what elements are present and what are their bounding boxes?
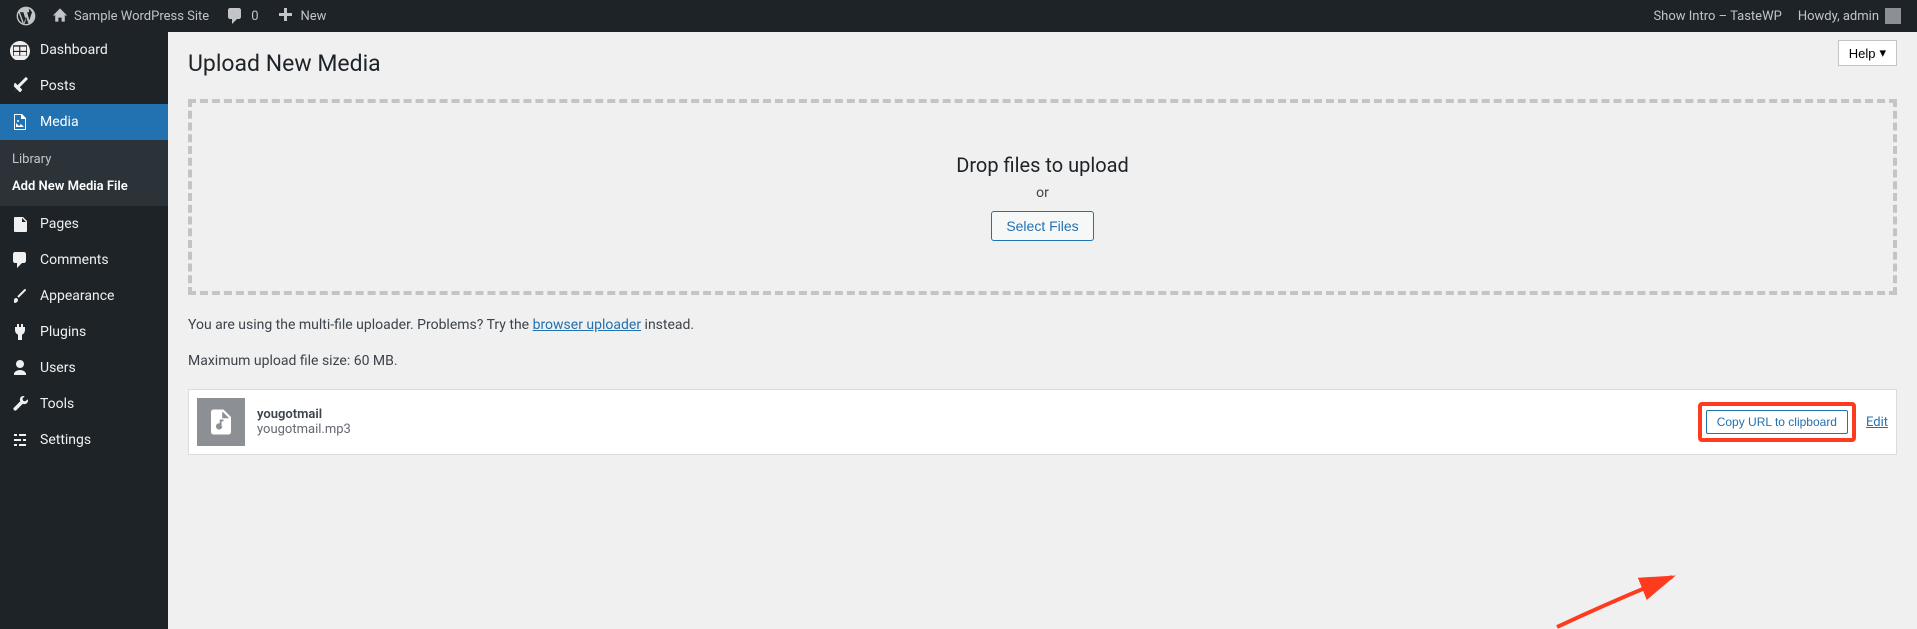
media-info: yougotmail yougotmail.mp3 xyxy=(257,407,1686,437)
media-title: yougotmail xyxy=(257,407,1686,422)
submenu-library[interactable]: Library xyxy=(0,146,168,173)
new-label: New xyxy=(301,9,327,24)
plus-icon xyxy=(275,6,295,26)
chevron-down-icon: ▾ xyxy=(1879,45,1886,61)
sidebar-item-users[interactable]: Users xyxy=(0,350,168,386)
sliders-icon xyxy=(10,430,30,450)
dashboard-icon xyxy=(10,40,30,60)
uploader-note: You are using the multi-file uploader. P… xyxy=(188,317,1897,333)
comments-icon xyxy=(10,250,30,270)
plug-icon xyxy=(10,322,30,342)
select-files-button[interactable]: Select Files xyxy=(991,211,1093,241)
sidebar-item-appearance[interactable]: Appearance xyxy=(0,278,168,314)
comment-icon xyxy=(225,6,245,26)
wrench-icon xyxy=(10,394,30,414)
edit-link[interactable]: Edit xyxy=(1866,415,1888,430)
page-title: Upload New Media xyxy=(188,32,1897,87)
site-link[interactable]: Sample WordPress Site xyxy=(44,0,217,32)
comments-link[interactable]: 0 xyxy=(217,0,266,32)
sidebar-item-dashboard[interactable]: Dashboard xyxy=(0,32,168,68)
sidebar-item-pages[interactable]: Pages xyxy=(0,206,168,242)
sidebar-item-media[interactable]: Media xyxy=(0,104,168,140)
media-submenu: Library Add New Media File xyxy=(0,140,168,206)
howdy-link[interactable]: Howdy, admin xyxy=(1790,0,1909,32)
new-link[interactable]: New xyxy=(267,0,335,32)
admin-sidebar: Dashboard Posts Media Library Add New Me… xyxy=(0,32,168,629)
sidebar-item-posts[interactable]: Posts xyxy=(0,68,168,104)
browser-uploader-link[interactable]: browser uploader xyxy=(533,317,642,333)
sidebar-item-settings[interactable]: Settings xyxy=(0,422,168,458)
audio-file-icon xyxy=(197,398,245,446)
pages-icon xyxy=(10,214,30,234)
media-item: yougotmail yougotmail.mp3 Copy URL to cl… xyxy=(188,389,1897,455)
media-filename: yougotmail.mp3 xyxy=(257,422,1686,437)
brush-icon xyxy=(10,286,30,306)
sidebar-item-plugins[interactable]: Plugins xyxy=(0,314,168,350)
comments-count: 0 xyxy=(251,9,258,24)
home-icon xyxy=(52,8,68,24)
annotation-arrow xyxy=(1547,559,1687,629)
annotation-highlight: Copy URL to clipboard xyxy=(1698,402,1856,442)
wordpress-logo[interactable] xyxy=(8,0,44,32)
dropzone-title: Drop files to upload xyxy=(212,153,1873,177)
site-title-label: Sample WordPress Site xyxy=(74,9,209,24)
copy-url-button[interactable]: Copy URL to clipboard xyxy=(1706,410,1848,434)
help-button[interactable]: Help ▾ xyxy=(1838,40,1897,66)
max-upload-size: Maximum upload file size: 60 MB. xyxy=(188,353,1897,369)
show-intro-link[interactable]: Show Intro – TasteWP xyxy=(1645,0,1789,32)
dropzone-or: or xyxy=(212,185,1873,201)
upload-dropzone[interactable]: Drop files to upload or Select Files xyxy=(188,99,1897,295)
users-icon xyxy=(10,358,30,378)
sidebar-item-tools[interactable]: Tools xyxy=(0,386,168,422)
pin-icon xyxy=(10,76,30,96)
avatar-icon xyxy=(1885,8,1901,24)
sidebar-item-comments[interactable]: Comments xyxy=(0,242,168,278)
media-icon xyxy=(10,112,30,132)
submenu-add-new[interactable]: Add New Media File xyxy=(0,173,168,200)
